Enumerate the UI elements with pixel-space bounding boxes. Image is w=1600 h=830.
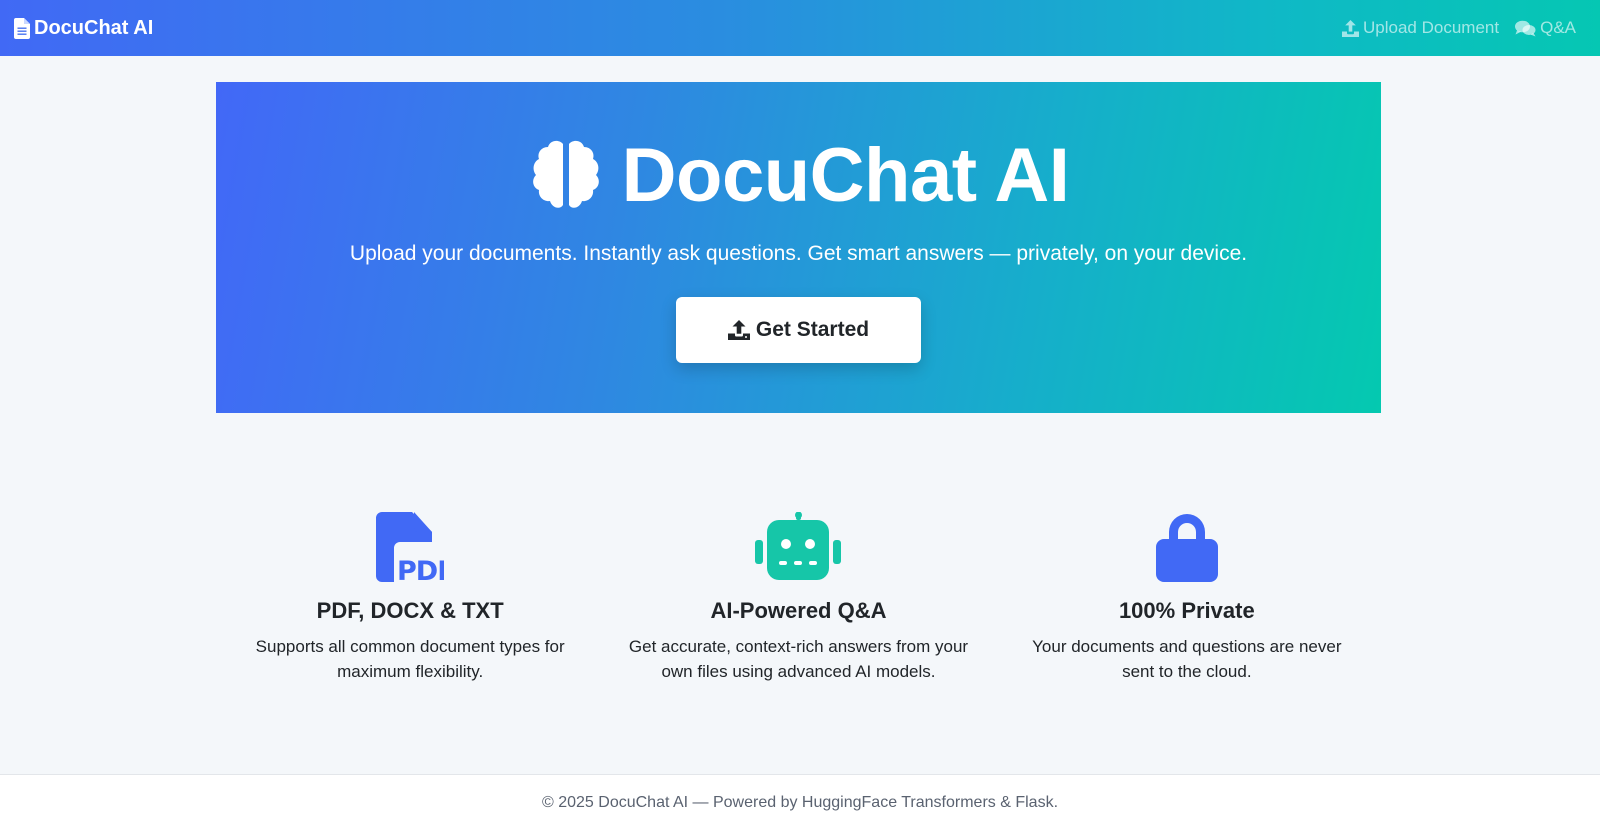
robot-icon <box>755 512 842 580</box>
navbar: DocuChat AI Upload Document Q&A <box>0 0 1600 56</box>
nav-links: Upload Document Q&A <box>1342 18 1576 38</box>
svg-text:PDF: PDF <box>397 556 444 582</box>
upload-icon <box>727 320 750 340</box>
file-pdf-icon: PDF <box>376 512 444 582</box>
feature-private-title: 100% Private <box>1118 598 1255 623</box>
brain-icon <box>532 140 599 208</box>
feature-formats-title: PDF, DOCX & TXT <box>316 598 504 623</box>
brand-link[interactable]: DocuChat AI <box>14 17 153 40</box>
file-text-icon <box>14 17 30 39</box>
feature-private-icon-wrap <box>1155 512 1218 582</box>
hero-banner: DocuChat AI Upload your documents. Insta… <box>216 82 1381 413</box>
get-started-label: Get Started <box>755 318 870 341</box>
feature-formats-desc: Supports all common document types for m… <box>255 637 565 681</box>
nav-upload-label: Upload Document <box>1363 18 1500 37</box>
hero-title-row: DocuChat AI <box>528 138 1070 214</box>
hero-subtitle: Upload your documents. Instantly ask que… <box>349 242 1248 265</box>
footer: © 2025 DocuChat AI — Powered by HuggingF… <box>0 774 1600 830</box>
feature-ai-qa: AI-Powered Q&A Get accurate, context-ric… <box>604 512 992 684</box>
comments-icon <box>1515 20 1536 36</box>
lock-icon <box>1155 514 1218 582</box>
feature-private-desc: Your documents and questions are never s… <box>1032 637 1342 681</box>
hero-title: DocuChat AI <box>621 133 1070 218</box>
feature-ai-qa-desc: Get accurate, context-rich answers from … <box>628 637 969 681</box>
upload-icon <box>1342 19 1360 37</box>
feature-ai-qa-icon-wrap <box>755 512 842 582</box>
nav-qa-label: Q&A <box>1540 18 1576 37</box>
features-section: PDF PDF, DOCX & TXT Supports all common … <box>216 512 1381 684</box>
feature-formats-icon-wrap: PDF <box>376 512 444 582</box>
feature-private: 100% Private Your documents and question… <box>993 512 1381 684</box>
feature-ai-qa-title: AI-Powered Q&A <box>710 598 887 623</box>
nav-upload-document[interactable]: Upload Document <box>1342 18 1499 38</box>
get-started-button[interactable]: Get Started <box>676 297 921 363</box>
feature-formats: PDF PDF, DOCX & TXT Supports all common … <box>216 512 604 684</box>
brand-name: DocuChat AI <box>34 16 154 39</box>
nav-qa[interactable]: Q&A <box>1515 18 1576 38</box>
footer-text: © 2025 DocuChat AI — Powered by HuggingF… <box>541 793 1059 811</box>
